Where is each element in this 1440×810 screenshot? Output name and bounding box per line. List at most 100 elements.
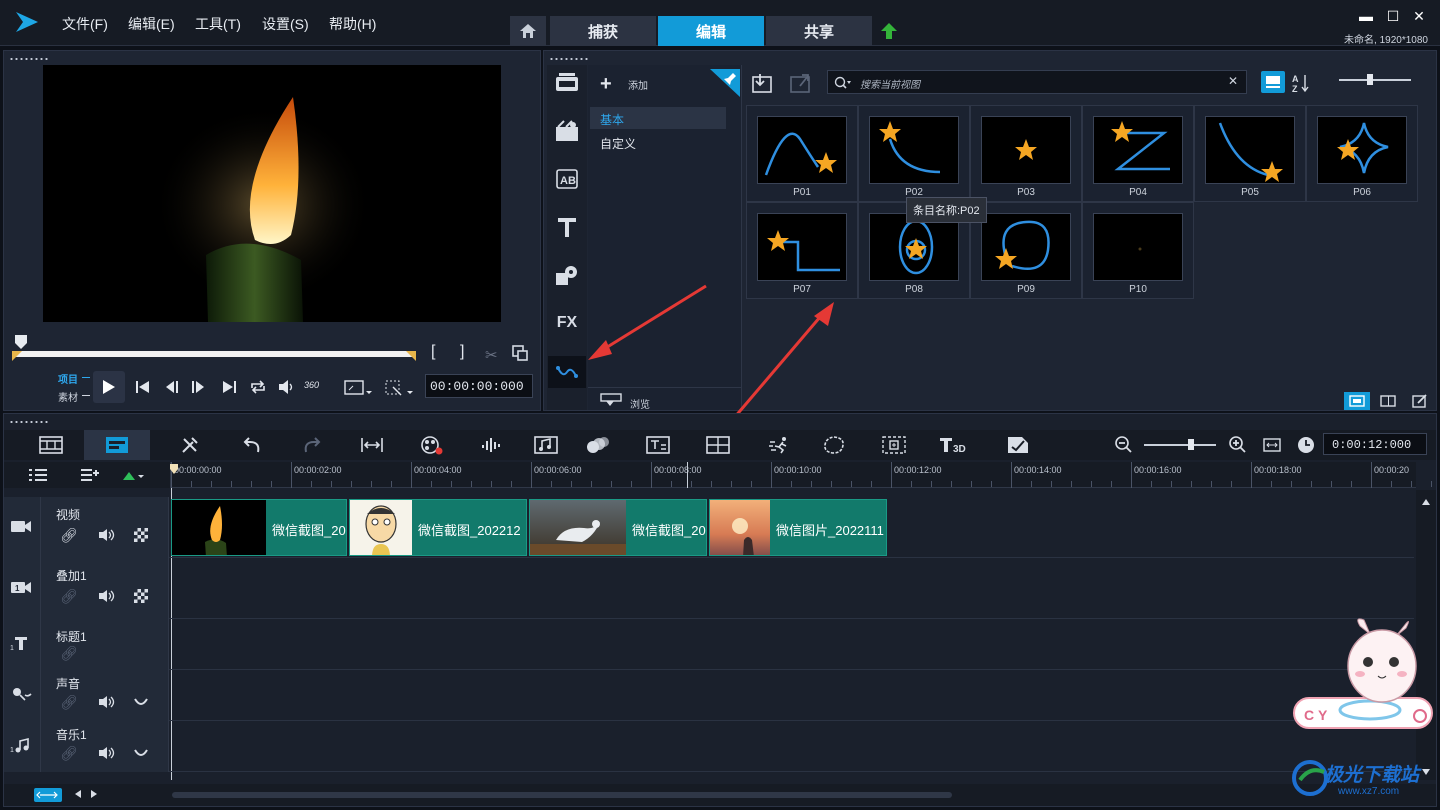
zoom-in-icon[interactable] [1226, 433, 1250, 457]
library-item[interactable]: P10 [1082, 202, 1194, 299]
track-manager-icon[interactable] [28, 468, 48, 482]
view-mode-2-button[interactable] [1376, 392, 1400, 410]
clear-search-icon[interactable]: ✕ [1228, 74, 1238, 88]
import-media-icon[interactable] [752, 73, 774, 93]
mark-in-button[interactable]: [ [431, 343, 435, 361]
previous-frame-icon[interactable] [164, 380, 180, 394]
instant-project-icon[interactable] [551, 117, 583, 145]
timeline-clip[interactable]: 微信截图_20 [529, 499, 707, 556]
split-screen-template-icon[interactable] [1004, 433, 1032, 457]
mark-out-button[interactable]: ] [460, 343, 464, 361]
library-item[interactable]: P04 [1082, 105, 1194, 202]
title-icon[interactable] [551, 213, 583, 241]
home-button[interactable] [510, 16, 546, 46]
volume-icon[interactable] [278, 379, 296, 395]
trim-end-handle[interactable] [406, 351, 416, 361]
library-item[interactable]: P02 [858, 105, 970, 202]
mask-creator-icon[interactable] [820, 433, 848, 457]
repeat-icon[interactable] [249, 379, 267, 395]
clock-icon[interactable] [1294, 433, 1318, 457]
go-to-start-icon[interactable] [135, 380, 151, 394]
track-volume-icon[interactable] [98, 528, 116, 542]
filter-icon[interactable]: FX [551, 309, 583, 337]
record-capture-icon[interactable] [418, 433, 446, 457]
link-icon[interactable]: 🔗︎ [60, 527, 78, 544]
timecode-display[interactable]: 00:00:00:000 [425, 374, 533, 398]
chapter-marker-icon[interactable] [122, 470, 144, 482]
scroll-right-icon[interactable] [90, 789, 98, 799]
view-mode-1-button[interactable] [1344, 392, 1370, 410]
timeline-view-icon[interactable] [84, 430, 150, 460]
panel-grip[interactable] [9, 420, 49, 424]
motion-tracking-icon[interactable] [584, 433, 612, 457]
project-duration[interactable]: 0:00:12:000 [1323, 433, 1427, 455]
insert-track-icon[interactable] [80, 468, 100, 482]
360-view-icon[interactable]: 360 [304, 380, 319, 390]
timeline-ruler[interactable]: 00:00:00:00 00:00:02:00 00:00:04:00 00:00:0… [169, 462, 1432, 488]
clip-mode-label[interactable]: 素材 [58, 389, 78, 404]
multi-camera-icon[interactable] [704, 433, 732, 457]
scrub-bar[interactable] [16, 351, 416, 357]
audio-ducking-icon[interactable] [134, 697, 148, 707]
timeline-clip[interactable]: 微信图片_2022111 [709, 499, 887, 556]
redo-icon[interactable] [300, 433, 324, 457]
add-category-icon[interactable]: + [600, 73, 612, 96]
timeline-clip[interactable]: 微信截图_20 [171, 499, 347, 556]
search-field[interactable]: 搜索当前视图 ✕ [827, 70, 1247, 94]
library-item[interactable]: P09 [970, 202, 1082, 299]
graphic-icon[interactable] [551, 261, 583, 289]
pin-icon[interactable] [710, 69, 740, 97]
panel-grip[interactable] [9, 57, 49, 61]
storyboard-view-icon[interactable] [38, 432, 64, 458]
category-custom[interactable]: 自定义 [590, 131, 726, 153]
menu-file[interactable]: 文件(F) [62, 14, 108, 34]
timeline-clip[interactable]: 微信截图_202212 [349, 499, 527, 556]
next-frame-icon[interactable] [191, 380, 207, 394]
link-icon[interactable]: 🔗︎ [60, 745, 78, 762]
track-transparency-icon[interactable] [134, 528, 148, 542]
track-transparency-icon[interactable] [134, 589, 148, 603]
track-height-icon[interactable] [34, 788, 62, 802]
menu-help[interactable]: 帮助(H) [329, 14, 376, 34]
tools-icon[interactable] [178, 433, 202, 457]
sort-icon[interactable]: AZ [1292, 73, 1310, 93]
scrub-handle[interactable] [14, 334, 28, 350]
playhead-marker[interactable] [169, 463, 179, 475]
link-icon[interactable]: 🔗︎ [60, 645, 78, 662]
tab-capture[interactable]: 捕获 [550, 16, 656, 46]
video-track-icon[interactable] [10, 519, 32, 533]
maximize-button[interactable]: ☐ [1383, 8, 1403, 26]
music-track-icon[interactable]: 1 [10, 737, 32, 753]
split-clip-icon[interactable]: ✂ [485, 346, 498, 364]
track-volume-icon[interactable] [98, 589, 116, 603]
zoom-slider-handle[interactable] [1188, 439, 1194, 450]
browse-label[interactable]: 浏览 [630, 396, 650, 411]
list-view-toggle[interactable] [1261, 71, 1285, 93]
audio-ducking-icon[interactable] [134, 748, 148, 758]
time-remapping-icon[interactable] [766, 433, 794, 457]
library-item[interactable]: P07 [746, 202, 858, 299]
menu-edit[interactable]: 编辑(E) [128, 14, 175, 34]
browse-icon[interactable] [600, 393, 624, 407]
track-volume-icon[interactable] [98, 746, 116, 760]
project-mode-label[interactable]: 项目 [58, 371, 78, 386]
horizontal-scrollbar[interactable] [172, 792, 952, 798]
play-button[interactable] [93, 371, 125, 403]
transition-icon[interactable]: AB [551, 165, 583, 193]
export-media-icon[interactable] [790, 73, 812, 93]
track-volume-icon[interactable] [98, 695, 116, 709]
3d-title-icon[interactable]: 3D [938, 433, 970, 457]
voice-track-icon[interactable] [12, 686, 34, 702]
undo-icon[interactable] [240, 433, 264, 457]
fit-project-icon[interactable] [358, 433, 386, 457]
auto-music-icon[interactable] [532, 433, 560, 457]
scroll-left-icon[interactable] [74, 789, 82, 799]
zoom-out-icon[interactable] [1112, 433, 1136, 457]
overlay-track-icon[interactable]: 1 [10, 580, 32, 594]
fit-timeline-icon[interactable] [1260, 433, 1284, 457]
media-icon[interactable] [551, 69, 583, 97]
edit-options-button[interactable] [1408, 392, 1432, 410]
library-item[interactable]: P06 [1306, 105, 1418, 202]
link-icon[interactable]: 🔗︎ [60, 588, 78, 605]
aspect-ratio-icon[interactable] [344, 379, 372, 397]
